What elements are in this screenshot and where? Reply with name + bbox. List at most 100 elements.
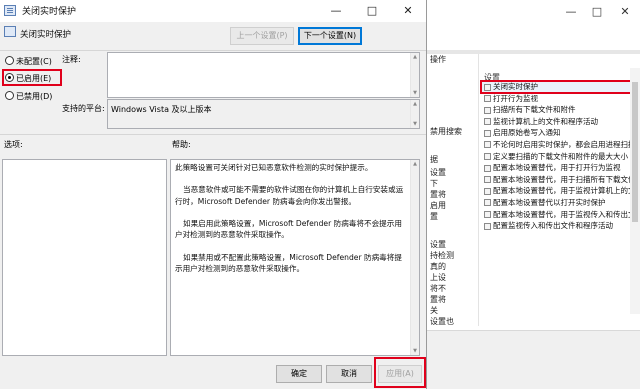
cancel-button[interactable]: 取消 xyxy=(326,365,372,383)
policy-icon xyxy=(484,164,491,172)
policy-app-icon xyxy=(4,5,16,16)
policy-icon xyxy=(484,153,491,161)
radio-circle[interactable] xyxy=(5,56,14,65)
radio-label: 已启用(E) xyxy=(16,74,52,83)
policy-icon xyxy=(484,176,491,184)
description-fragment: 置将 xyxy=(430,190,446,199)
scroll-up-icon[interactable]: ▲ xyxy=(411,161,419,167)
radio-circle[interactable] xyxy=(5,91,14,100)
setting-item[interactable]: 打开行为监视 xyxy=(481,93,640,105)
prev-setting-button[interactable]: 上一个设置(P) xyxy=(230,27,294,45)
scroll-down-icon[interactable]: ▼ xyxy=(411,348,419,354)
radio-disabled[interactable]: 已禁用(D) xyxy=(5,91,52,102)
ok-button[interactable]: 确定 xyxy=(276,365,322,383)
policy-header: 关闭实时保护 上一个设置(P) 下一个设置(N) xyxy=(0,22,426,52)
scroll-down-icon[interactable]: ▼ xyxy=(411,90,419,96)
setting-label: 定义要扫描的下载文件和附件的最大大小 xyxy=(493,151,628,161)
minimize-icon[interactable]: — xyxy=(318,0,354,22)
setting-item[interactable]: 配置监视传入和传出文件和程序活动 xyxy=(481,220,640,232)
minimize-icon[interactable]: — xyxy=(564,5,578,19)
radio-circle-selected[interactable] xyxy=(5,73,14,82)
description-fragment: 上设 xyxy=(430,273,446,282)
description-fragment: 设置也 xyxy=(430,317,454,326)
maximize-icon[interactable]: □ xyxy=(590,5,604,19)
comment-label: 注释: xyxy=(62,55,81,64)
scroll-down-icon[interactable]: ▼ xyxy=(411,121,419,127)
radio-not-configured[interactable]: 未配置(C) xyxy=(5,56,52,67)
help-pane: 此策略设置可关闭针对已知恶意软件检测的实时保护提示。 当恶意软件或可能不需要的软… xyxy=(170,159,420,356)
scroll-up-icon[interactable]: ▲ xyxy=(411,54,419,60)
setting-label: 配置本地设置替代，用于扫描所有下载文件 xyxy=(493,174,636,184)
description-fragment: 置 xyxy=(430,212,438,221)
comment-textarea[interactable]: ▲ ▼ xyxy=(107,52,420,98)
options-pane xyxy=(2,159,167,356)
close-icon[interactable]: ✕ xyxy=(390,0,426,22)
description-fragment: 禁用搜索 xyxy=(430,127,462,136)
setting-label: 启用原始卷写入通知 xyxy=(493,128,561,138)
policy-icon xyxy=(484,187,491,195)
setting-item[interactable]: 定义要扫描的下载文件和附件的最大大小 xyxy=(481,151,640,163)
help-paragraph: 如果禁用或不配置此策略设置，Microsoft Defender 防病毒将提示用… xyxy=(175,252,402,273)
setting-label: 配置本地设置替代以打开实时保护 xyxy=(493,197,606,207)
setting-label: 监视计算机上的文件和程序活动 xyxy=(493,116,598,126)
description-fragment: 持检测 xyxy=(430,251,454,260)
description-fragment: 关 xyxy=(430,306,438,315)
description-fragment: 下 xyxy=(430,179,438,188)
help-scrollbar[interactable]: ▲ ▼ xyxy=(410,160,419,355)
setting-label: 扫描所有下载文件和附件 xyxy=(493,105,576,115)
radio-enabled[interactable]: 已启用(E) xyxy=(5,73,51,84)
radio-label: 已禁用(D) xyxy=(16,92,53,101)
setting-label: 打开行为监视 xyxy=(493,93,538,103)
policy-setting-icon xyxy=(4,26,16,37)
description-fragment: 将不 xyxy=(430,284,446,293)
supported-scrollbar[interactable]: ▲ ▼ xyxy=(410,100,419,128)
scroll-up-icon[interactable]: ▲ xyxy=(411,101,419,107)
policy-icon xyxy=(484,118,491,126)
setting-item[interactable]: 扫描所有下载文件和附件 xyxy=(481,104,640,116)
supported-label: 支持的平台: xyxy=(62,104,105,113)
background-statusbar xyxy=(424,330,640,389)
setting-item[interactable]: 监视计算机上的文件和程序活动 xyxy=(481,116,640,128)
dialog-titlebar: 关闭实时保护 — □ ✕ xyxy=(0,0,426,22)
setting-label: 关闭实时保护 xyxy=(493,82,538,91)
description-pane: 操作 禁用搜索 据 设置 下 置将 启用 置 设置 持检测 真的 上设 将不 置… xyxy=(424,54,479,326)
setting-item[interactable]: 配置本地设置替代，用于监视计算机上的文 xyxy=(481,185,640,197)
supported-platforms-box: Windows Vista 及以上版本 ▲ ▼ xyxy=(107,99,420,129)
options-label: 选项: xyxy=(4,140,23,149)
help-paragraph: 此策略设置可关闭针对已知恶意软件检测的实时保护提示。 xyxy=(175,163,373,172)
settings-scrollbar[interactable] xyxy=(630,68,640,314)
apply-button[interactable]: 应用(A) xyxy=(378,365,422,383)
policy-icon xyxy=(484,199,491,207)
description-fragment: 据 xyxy=(430,155,438,164)
setting-item[interactable]: 配置本地设置替代，用于扫描所有下载文件 xyxy=(481,174,640,186)
policy-icon xyxy=(484,141,491,149)
setting-item[interactable]: 配置本地设置替代，用于监视传入和传出文 xyxy=(481,209,640,221)
setting-label: 不论何时启用实时保护，都会启用进程扫描 xyxy=(493,139,636,149)
setting-item[interactable]: 配置本地设置替代以打开实时保护 xyxy=(481,197,640,209)
setting-item[interactable]: 配置本地设置替代，用于打开行为监视 xyxy=(481,162,640,174)
description-fragment: 设置 xyxy=(430,168,446,177)
radio-label: 未配置(C) xyxy=(16,57,52,66)
policy-dialog: 关闭实时保护 — □ ✕ 关闭实时保护 上一个设置(P) 下一个设置(N) 未配… xyxy=(0,0,427,389)
section-divider xyxy=(0,134,426,135)
help-paragraph: 当恶意软件或可能不需要的软件试图在你的计算机上自行安装或运行时，Microsof… xyxy=(175,185,404,206)
comment-scrollbar[interactable]: ▲ ▼ xyxy=(410,53,419,97)
setting-item[interactable]: 不论何时启用实时保护，都会启用进程扫描 xyxy=(481,139,640,151)
setting-item[interactable]: 启用原始卷写入通知 xyxy=(481,127,640,139)
policy-icon xyxy=(484,106,491,114)
close-icon[interactable]: ✕ xyxy=(618,5,632,19)
setting-label: 配置本地设置替代，用于监视传入和传出文 xyxy=(493,209,636,219)
settings-list: 关闭实时保护 打开行为监视 扫描所有下载文件和附件 监视计算机上的文件和程序活动… xyxy=(480,80,640,232)
description-fragment: 真的 xyxy=(430,262,446,271)
setting-label: 配置监视传入和传出文件和程序活动 xyxy=(493,221,613,231)
maximize-icon[interactable]: □ xyxy=(354,0,390,22)
setting-item-selected[interactable]: 关闭实时保护 xyxy=(480,80,640,94)
description-fragment: 启用 xyxy=(430,201,446,210)
policy-icon xyxy=(484,129,491,137)
policy-icon xyxy=(484,222,491,230)
window-title: 关闭实时保护 xyxy=(22,7,77,17)
scroll-thumb[interactable] xyxy=(632,82,638,222)
background-titlebar: — □ ✕ xyxy=(424,0,640,24)
policy-title: 关闭实时保护 xyxy=(20,30,72,40)
next-setting-button[interactable]: 下一个设置(N) xyxy=(298,27,362,45)
